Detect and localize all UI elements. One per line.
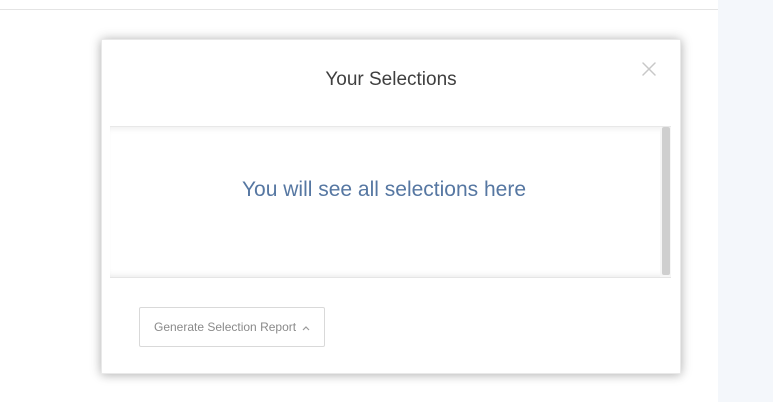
close-icon [642, 62, 656, 76]
scrollbar-thumb[interactable] [662, 127, 670, 275]
modal-title: Your Selections [325, 69, 457, 90]
empty-selections-message: You will see all selections here [241, 178, 527, 201]
selections-scrollbar[interactable] [660, 127, 671, 277]
close-button[interactable] [640, 60, 658, 78]
generate-selection-report-label: Generate Selection Report [154, 320, 297, 334]
selections-list-area[interactable]: You will see all selections here [110, 126, 671, 278]
right-side-panel [718, 0, 773, 402]
generate-selection-report-button[interactable]: Generate Selection Report [139, 307, 326, 347]
chevron-up-icon [302, 308, 310, 346]
selections-modal: Your Selections You will see all selecti… [101, 39, 681, 374]
page-top-divider [0, 9, 718, 10]
